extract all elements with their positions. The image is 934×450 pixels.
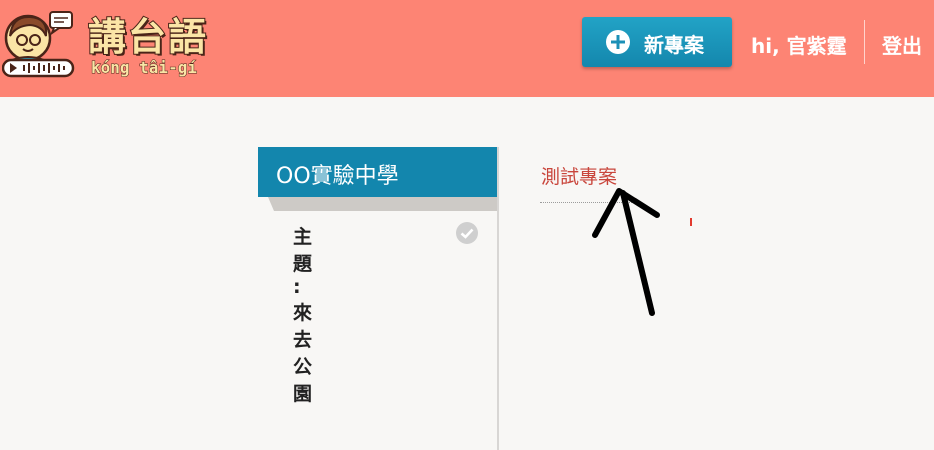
ribbon-fold <box>268 197 497 211</box>
school-name: OO實驗中學 <box>276 164 399 189</box>
school-header[interactable]: OO實驗中學 <box>258 147 497 197</box>
header-divider <box>864 20 865 64</box>
logo-avatar-icon <box>2 11 75 78</box>
new-project-button[interactable]: 新專案 <box>582 17 732 67</box>
check-icon <box>456 222 478 244</box>
user-greeting: hi, 官紫霆 <box>751 34 847 58</box>
panel-divider <box>497 147 499 450</box>
logo-subtitle: kóng tâi-gí <box>91 58 198 78</box>
annotation-arrow-icon <box>592 188 660 316</box>
topic-item[interactable]: 主題 : 來去公園 <box>293 222 312 406</box>
plus-circle-icon <box>606 30 630 54</box>
logout-link[interactable]: 登出 <box>882 30 922 59</box>
new-project-label: 新專案 <box>644 33 704 57</box>
text-cursor-mark <box>690 218 692 226</box>
app-header: 講台語 kóng tâi-gí 新專案 hi, 官紫霆 登出 <box>0 0 934 97</box>
logo-title: 講台語 <box>87 14 209 60</box>
